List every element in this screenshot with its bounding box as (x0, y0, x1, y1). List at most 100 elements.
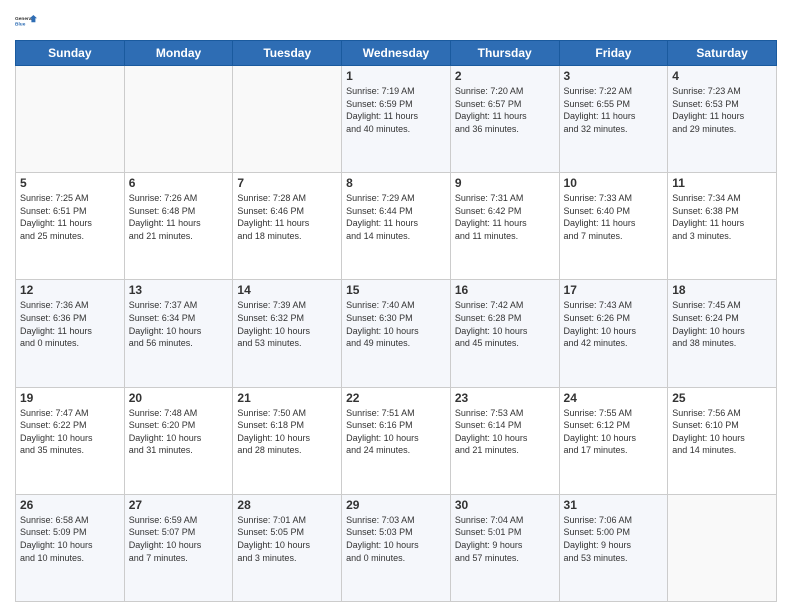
day-cell (124, 66, 233, 173)
day-info: Sunrise: 7:33 AM Sunset: 6:40 PM Dayligh… (564, 192, 664, 242)
day-cell: 20 Sunrise: 7:48 AM Sunset: 6:20 PM Dayli… (124, 387, 233, 494)
day-info: Sunrise: 7:50 AM Sunset: 6:18 PM Dayligh… (237, 407, 337, 457)
day-info: Sunrise: 7:26 AM Sunset: 6:48 PM Dayligh… (129, 192, 229, 242)
day-cell: 17 Sunrise: 7:43 AM Sunset: 6:26 PM Dayli… (559, 280, 668, 387)
day-number: 10 (564, 176, 664, 190)
day-info: Sunrise: 7:55 AM Sunset: 6:12 PM Dayligh… (564, 407, 664, 457)
day-header-sunday: Sunday (16, 41, 125, 66)
day-header-tuesday: Tuesday (233, 41, 342, 66)
svg-text:Blue: Blue (15, 21, 26, 27)
day-number: 14 (237, 283, 337, 297)
day-number: 25 (672, 391, 772, 405)
logo-icon: GeneralBlue (15, 10, 37, 32)
day-info: Sunrise: 7:28 AM Sunset: 6:46 PM Dayligh… (237, 192, 337, 242)
day-info: Sunrise: 7:34 AM Sunset: 6:38 PM Dayligh… (672, 192, 772, 242)
day-info: Sunrise: 7:22 AM Sunset: 6:55 PM Dayligh… (564, 85, 664, 135)
svg-text:General: General (15, 16, 33, 22)
day-info: Sunrise: 7:42 AM Sunset: 6:28 PM Dayligh… (455, 299, 555, 349)
day-number: 3 (564, 69, 664, 83)
day-info: Sunrise: 7:53 AM Sunset: 6:14 PM Dayligh… (455, 407, 555, 457)
day-cell: 24Sunrise: 7:55 AM Sunset: 6:12 PM Dayli… (559, 387, 668, 494)
day-info: Sunrise: 7:39 AM Sunset: 6:32 PM Dayligh… (237, 299, 337, 349)
day-number: 18 (672, 283, 772, 297)
day-cell: 3 Sunrise: 7:22 AM Sunset: 6:55 PM Daylig… (559, 66, 668, 173)
day-cell: 6Sunrise: 7:26 AM Sunset: 6:48 PM Daylig… (124, 173, 233, 280)
week-row-3: 12Sunrise: 7:36 AM Sunset: 6:36 PM Dayli… (16, 280, 777, 387)
day-cell: 5 Sunrise: 7:25 AM Sunset: 6:51 PM Daylig… (16, 173, 125, 280)
day-cell: 16Sunrise: 7:42 AM Sunset: 6:28 PM Dayli… (450, 280, 559, 387)
calendar-container: GeneralBlue SundayMondayTuesdayWednesday… (0, 0, 792, 612)
day-cell: 28Sunrise: 7:01 AM Sunset: 5:05 PM Dayli… (233, 494, 342, 601)
day-number: 29 (346, 498, 446, 512)
day-info: Sunrise: 6:59 AM Sunset: 5:07 PM Dayligh… (129, 514, 229, 564)
day-info: Sunrise: 7:56 AM Sunset: 6:10 PM Dayligh… (672, 407, 772, 457)
day-cell: 31Sunrise: 7:06 AM Sunset: 5:00 PM Dayli… (559, 494, 668, 601)
day-number: 20 (129, 391, 229, 405)
day-cell: 14 Sunrise: 7:39 AM Sunset: 6:32 PM Dayli… (233, 280, 342, 387)
day-cell: 25 Sunrise: 7:56 AM Sunset: 6:10 PM Dayli… (668, 387, 777, 494)
day-number: 11 (672, 176, 772, 190)
day-cell: 11 Sunrise: 7:34 AM Sunset: 6:38 PM Dayli… (668, 173, 777, 280)
day-cell: 10 Sunrise: 7:33 AM Sunset: 6:40 PM Dayli… (559, 173, 668, 280)
day-number: 26 (20, 498, 120, 512)
day-info: Sunrise: 7:37 AM Sunset: 6:34 PM Dayligh… (129, 299, 229, 349)
day-cell: 4 Sunrise: 7:23 AM Sunset: 6:53 PM Daylig… (668, 66, 777, 173)
day-number: 22 (346, 391, 446, 405)
day-number: 19 (20, 391, 120, 405)
day-info: Sunrise: 7:43 AM Sunset: 6:26 PM Dayligh… (564, 299, 664, 349)
week-row-4: 19 Sunrise: 7:47 AM Sunset: 6:22 PM Dayli… (16, 387, 777, 494)
day-cell (668, 494, 777, 601)
day-info: Sunrise: 6:58 AM Sunset: 5:09 PM Dayligh… (20, 514, 120, 564)
day-cell: 26 Sunrise: 6:58 AM Sunset: 5:09 PM Dayli… (16, 494, 125, 601)
day-info: Sunrise: 7:19 AM Sunset: 6:59 PM Dayligh… (346, 85, 446, 135)
day-cell: 8 Sunrise: 7:29 AM Sunset: 6:44 PM Daylig… (342, 173, 451, 280)
day-info: Sunrise: 7:47 AM Sunset: 6:22 PM Dayligh… (20, 407, 120, 457)
day-number: 30 (455, 498, 555, 512)
day-info: Sunrise: 7:45 AM Sunset: 6:24 PM Dayligh… (672, 299, 772, 349)
day-info: Sunrise: 7:25 AM Sunset: 6:51 PM Dayligh… (20, 192, 120, 242)
day-cell: 1 Sunrise: 7:19 AM Sunset: 6:59 PM Daylig… (342, 66, 451, 173)
day-cell (16, 66, 125, 173)
week-row-2: 5 Sunrise: 7:25 AM Sunset: 6:51 PM Daylig… (16, 173, 777, 280)
day-cell: 18 Sunrise: 7:45 AM Sunset: 6:24 PM Dayli… (668, 280, 777, 387)
day-number: 2 (455, 69, 555, 83)
day-header-thursday: Thursday (450, 41, 559, 66)
day-number: 1 (346, 69, 446, 83)
day-header-monday: Monday (124, 41, 233, 66)
day-cell: 19 Sunrise: 7:47 AM Sunset: 6:22 PM Dayli… (16, 387, 125, 494)
day-number: 15 (346, 283, 446, 297)
day-info: Sunrise: 7:20 AM Sunset: 6:57 PM Dayligh… (455, 85, 555, 135)
day-number: 17 (564, 283, 664, 297)
day-number: 23 (455, 391, 555, 405)
day-cell: 13Sunrise: 7:37 AM Sunset: 6:34 PM Dayli… (124, 280, 233, 387)
day-cell: 27 Sunrise: 6:59 AM Sunset: 5:07 PM Dayli… (124, 494, 233, 601)
day-cell: 21 Sunrise: 7:50 AM Sunset: 6:18 PM Dayli… (233, 387, 342, 494)
day-cell: 29 Sunrise: 7:03 AM Sunset: 5:03 PM Dayli… (342, 494, 451, 601)
day-number: 8 (346, 176, 446, 190)
day-cell: 15 Sunrise: 7:40 AM Sunset: 6:30 PM Dayli… (342, 280, 451, 387)
day-number: 28 (237, 498, 337, 512)
day-number: 4 (672, 69, 772, 83)
day-header-wednesday: Wednesday (342, 41, 451, 66)
week-row-5: 26 Sunrise: 6:58 AM Sunset: 5:09 PM Dayli… (16, 494, 777, 601)
day-info: Sunrise: 7:29 AM Sunset: 6:44 PM Dayligh… (346, 192, 446, 242)
day-info: Sunrise: 7:48 AM Sunset: 6:20 PM Dayligh… (129, 407, 229, 457)
day-number: 27 (129, 498, 229, 512)
day-info: Sunrise: 7:36 AM Sunset: 6:36 PM Dayligh… (20, 299, 120, 349)
day-cell: 12Sunrise: 7:36 AM Sunset: 6:36 PM Dayli… (16, 280, 125, 387)
day-number: 5 (20, 176, 120, 190)
day-cell: 2 Sunrise: 7:20 AM Sunset: 6:57 PM Daylig… (450, 66, 559, 173)
day-cell: 7Sunrise: 7:28 AM Sunset: 6:46 PM Daylig… (233, 173, 342, 280)
day-info: Sunrise: 7:40 AM Sunset: 6:30 PM Dayligh… (346, 299, 446, 349)
day-info: Sunrise: 7:03 AM Sunset: 5:03 PM Dayligh… (346, 514, 446, 564)
day-info: Sunrise: 7:06 AM Sunset: 5:00 PM Dayligh… (564, 514, 664, 564)
day-cell: 9Sunrise: 7:31 AM Sunset: 6:42 PM Daylig… (450, 173, 559, 280)
day-cell: 22Sunrise: 7:51 AM Sunset: 6:16 PM Dayli… (342, 387, 451, 494)
header: GeneralBlue (15, 10, 777, 32)
day-header-saturday: Saturday (668, 41, 777, 66)
day-number: 21 (237, 391, 337, 405)
day-cell: 23 Sunrise: 7:53 AM Sunset: 6:14 PM Dayli… (450, 387, 559, 494)
day-info: Sunrise: 7:31 AM Sunset: 6:42 PM Dayligh… (455, 192, 555, 242)
day-info: Sunrise: 7:23 AM Sunset: 6:53 PM Dayligh… (672, 85, 772, 135)
day-headers-row: SundayMondayTuesdayWednesdayThursdayFrid… (16, 41, 777, 66)
